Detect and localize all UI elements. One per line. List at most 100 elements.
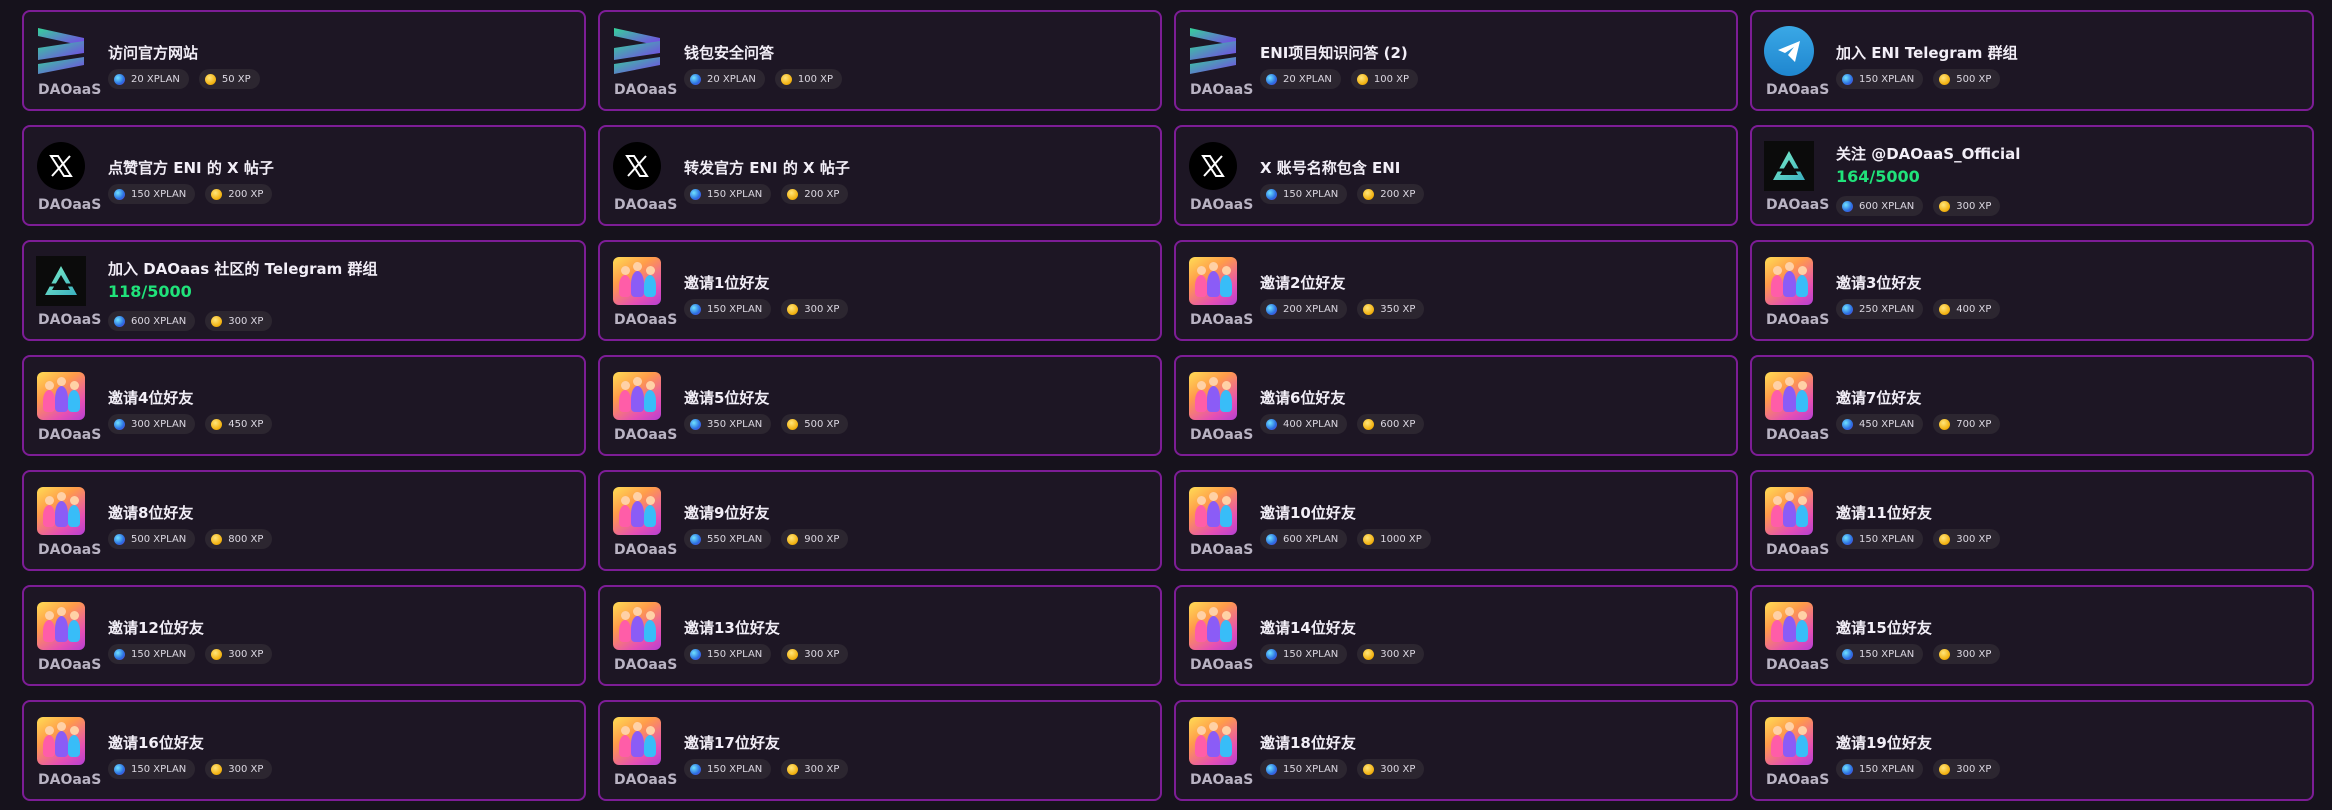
- xplan-reward-badge: 600 XPLAN: [1260, 529, 1348, 549]
- brand-label: DAOaaS: [614, 542, 678, 558]
- xp-reward-badge: 100 XP: [1350, 69, 1419, 89]
- x-icon: [1188, 141, 1238, 191]
- xp-amount: 300 XP: [1380, 648, 1416, 660]
- reward-list: 400 XPLAN 600 XP: [1260, 414, 1425, 434]
- xplan-amount: 500 XPLAN: [131, 533, 187, 545]
- xp-amount: 500 XP: [804, 418, 840, 430]
- xp-coin-icon: [1363, 648, 1375, 660]
- reward-list: 250 XPLAN 400 XP: [1836, 299, 2001, 319]
- xp-coin-icon: [1939, 763, 1951, 775]
- xplan-amount: 550 XPLAN: [707, 533, 763, 545]
- task-card[interactable]: DAOaaS 点赞官方 ENI 的 X 帖子 150 XPLAN 200 XP: [22, 125, 586, 226]
- task-card[interactable]: DAOaaS 邀请17位好友 150 XPLAN 300 XP: [598, 700, 1162, 801]
- xp-reward-badge: 300 XP: [205, 644, 273, 664]
- task-title: 加入 DAOaas 社区的 Telegram 群组: [108, 260, 378, 278]
- xp-amount: 300 XP: [228, 763, 264, 775]
- task-card[interactable]: DAOaaS 邀请14位好友 150 XPLAN 300 XP: [1174, 585, 1738, 686]
- xplan-amount: 200 XPLAN: [1283, 303, 1339, 315]
- task-title: 邀请19位好友: [1836, 734, 1932, 752]
- task-title: 转发官方 ENI 的 X 帖子: [684, 159, 850, 177]
- task-card[interactable]: DAOaaS 邀请18位好友 150 XPLAN 300 XP: [1174, 700, 1738, 801]
- task-card[interactable]: DAOaaS X 账号名称包含 ENI 150 XPLAN 200 XP: [1174, 125, 1738, 226]
- xplan-reward-badge: 500 XPLAN: [108, 529, 196, 549]
- xplan-amount: 450 XPLAN: [1859, 418, 1915, 430]
- task-card[interactable]: DAOaaS 邀请9位好友 550 XPLAN 900 XP: [598, 470, 1162, 571]
- xplan-reward-badge: 350 XPLAN: [684, 414, 772, 434]
- task-card[interactable]: DAOaaS 邀请16位好友 150 XPLAN 300 XP: [22, 700, 586, 801]
- brand-label: DAOaaS: [1766, 312, 1830, 328]
- xplan-coin-icon: [1842, 73, 1853, 85]
- reward-list: 150 XPLAN 300 XP: [1836, 644, 2001, 664]
- brand-label: DAOaaS: [1766, 197, 1830, 213]
- task-card[interactable]: DAOaaS 邀请12位好友 150 XPLAN 300 XP: [22, 585, 586, 686]
- xplan-reward-badge: 150 XPLAN: [684, 299, 772, 319]
- task-title: 关注 @DAOaaS_Official: [1836, 145, 2021, 163]
- xplan-amount: 150 XPLAN: [1859, 763, 1915, 775]
- task-card[interactable]: DAOaaS 邀请1位好友 150 XPLAN 300 XP: [598, 240, 1162, 341]
- task-card[interactable]: DAOaaS 加入 DAOaas 社区的 Telegram 群组 118/5000 6…: [22, 240, 586, 341]
- task-progress: 164/5000: [1836, 167, 1920, 186]
- xp-reward-badge: 300 XP: [781, 759, 849, 779]
- task-card[interactable]: DAOaaS ENI项目知识问答 (2) 20 XPLAN 100 XP: [1174, 10, 1738, 111]
- xplan-coin-icon: [114, 73, 125, 85]
- task-card[interactable]: DAOaaS 邀请4位好友 300 XPLAN 450 XP: [22, 355, 586, 456]
- brand-label: DAOaaS: [1190, 312, 1254, 328]
- friends-icon: [612, 256, 662, 306]
- reward-list: 450 XPLAN 700 XP: [1836, 414, 2001, 434]
- task-title: X 账号名称包含 ENI: [1260, 159, 1401, 177]
- xp-reward-badge: 600 XP: [1357, 414, 1425, 434]
- xp-reward-badge: 300 XP: [1357, 759, 1425, 779]
- task-card[interactable]: DAOaaS 邀请5位好友 350 XPLAN 500 XP: [598, 355, 1162, 456]
- brand-label: DAOaaS: [614, 312, 678, 328]
- task-title: 邀请10位好友: [1260, 504, 1356, 522]
- x-icon: [612, 141, 662, 191]
- xp-amount: 300 XP: [1956, 200, 1992, 212]
- xp-amount: 500 XP: [1956, 73, 1992, 85]
- xplan-reward-badge: 150 XPLAN: [108, 644, 196, 664]
- xplan-amount: 150 XPLAN: [707, 648, 763, 660]
- friends-icon: [1764, 486, 1814, 536]
- xp-amount: 350 XP: [1380, 303, 1416, 315]
- xplan-coin-icon: [690, 303, 701, 315]
- task-card[interactable]: DAOaaS 邀请7位好友 450 XPLAN 700 XP: [1750, 355, 2314, 456]
- brand-label: DAOaaS: [1190, 657, 1254, 673]
- reward-list: 150 XPLAN 200 XP: [1260, 184, 1425, 204]
- task-title: 邀请3位好友: [1836, 274, 1922, 292]
- task-title: 加入 ENI Telegram 群组: [1836, 44, 2018, 62]
- xplan-reward-badge: 150 XPLAN: [1260, 184, 1348, 204]
- task-card[interactable]: DAOaaS 加入 ENI Telegram 群组 150 XPLAN 500 XP: [1750, 10, 2314, 111]
- task-title: 邀请7位好友: [1836, 389, 1922, 407]
- brand-label: DAOaaS: [614, 197, 678, 213]
- task-card[interactable]: DAOaaS 邀请15位好友 150 XPLAN 300 XP: [1750, 585, 2314, 686]
- task-card[interactable]: DAOaaS 邀请3位好友 250 XPLAN 400 XP: [1750, 240, 2314, 341]
- task-card[interactable]: DAOaaS 邀请8位好友 500 XPLAN 800 XP: [22, 470, 586, 571]
- reward-list: 150 XPLAN 300 XP: [1836, 759, 2001, 779]
- xp-amount: 450 XP: [228, 418, 264, 430]
- task-card[interactable]: DAOaaS 邀请10位好友 600 XPLAN 1000 XP: [1174, 470, 1738, 571]
- xplan-reward-badge: 150 XPLAN: [1836, 759, 1924, 779]
- task-card[interactable]: DAOaaS 访问官方网站 20 XPLAN 50 XP: [22, 10, 586, 111]
- task-card[interactable]: DAOaaS 钱包安全问答 20 XPLAN 100 XP: [598, 10, 1162, 111]
- stack-icon: [612, 26, 662, 76]
- task-card[interactable]: DAOaaS 邀请2位好友 200 XPLAN 350 XP: [1174, 240, 1738, 341]
- reward-list: 150 XPLAN 300 XP: [684, 644, 849, 664]
- task-card[interactable]: DAOaaS 关注 @DAOaaS_Official 164/5000 600 XPL…: [1750, 125, 2314, 226]
- task-card[interactable]: DAOaaS 邀请11位好友 150 XPLAN 300 XP: [1750, 470, 2314, 571]
- xp-coin-icon: [211, 418, 223, 430]
- xp-amount: 100 XP: [1373, 73, 1410, 85]
- friends-icon: [1188, 716, 1238, 766]
- xplan-reward-badge: 150 XPLAN: [108, 184, 196, 204]
- xp-coin-icon: [1363, 188, 1375, 200]
- task-card[interactable]: DAOaaS 邀请19位好友 150 XPLAN 300 XP: [1750, 700, 2314, 801]
- xp-reward-badge: 200 XP: [205, 184, 273, 204]
- task-title: 邀请4位好友: [108, 389, 194, 407]
- xplan-coin-icon: [114, 188, 125, 200]
- friends-icon: [1764, 716, 1814, 766]
- xplan-coin-icon: [114, 418, 125, 430]
- task-card[interactable]: DAOaaS 邀请6位好友 400 XPLAN 600 XP: [1174, 355, 1738, 456]
- task-card[interactable]: DAOaaS 邀请13位好友 150 XPLAN 300 XP: [598, 585, 1162, 686]
- task-card[interactable]: DAOaaS 转发官方 ENI 的 X 帖子 150 XPLAN 200 XP: [598, 125, 1162, 226]
- xplan-reward-badge: 150 XPLAN: [1836, 69, 1924, 89]
- task-title: 邀请6位好友: [1260, 389, 1346, 407]
- xp-coin-icon: [211, 648, 223, 660]
